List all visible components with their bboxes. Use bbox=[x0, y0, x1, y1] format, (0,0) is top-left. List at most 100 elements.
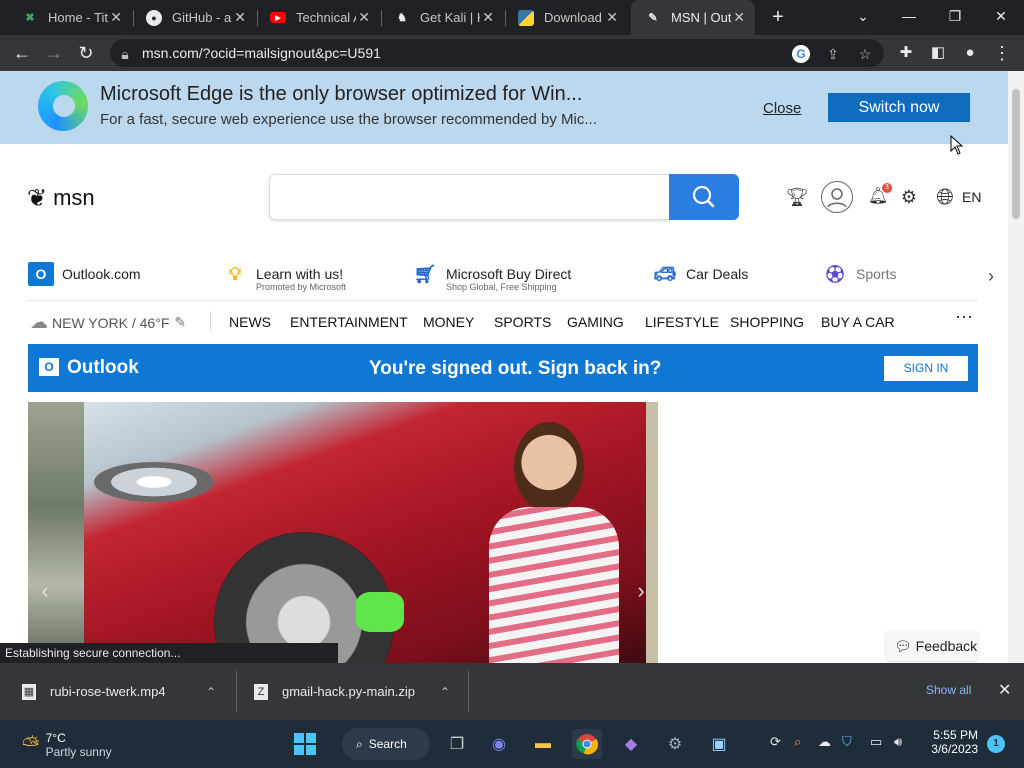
rewards-trophy-icon[interactable]: 🏆︎ bbox=[785, 185, 809, 209]
nav-news[interactable]: NEWS bbox=[229, 314, 271, 330]
sync-icon[interactable]: ⟳ bbox=[770, 734, 781, 750]
nav-buy-a-car[interactable]: BUY A CAR bbox=[821, 314, 895, 330]
quick-link-learn[interactable]: 💡︎ Learn with us! Promoted by Microsoft bbox=[222, 262, 346, 293]
google-lens-icon[interactable]: G bbox=[792, 45, 810, 63]
nav-shopping[interactable]: SHOPPING bbox=[730, 314, 804, 330]
close-tab-icon[interactable]: ✕ bbox=[110, 9, 122, 26]
url-text[interactable]: msn.com/?ocid=mailsignout&pc=U591 bbox=[142, 45, 381, 61]
taskbar-weather-widget[interactable]: ⛅︎ 7°C Partly sunny bbox=[22, 731, 112, 759]
banner-close-link[interactable]: Close bbox=[763, 100, 801, 117]
status-bubble: Establishing secure connection... bbox=[0, 643, 338, 663]
close-tab-icon[interactable]: ✕ bbox=[358, 9, 370, 26]
tab-msn[interactable]: ✎ MSN | Outl ✕ bbox=[631, 0, 755, 35]
quick-link-car-deals[interactable]: 🚙︎ Car Deals bbox=[652, 262, 749, 286]
security-shield-icon[interactable]: ⛉ bbox=[842, 734, 852, 750]
settings-gear-icon[interactable]: ⚙ bbox=[897, 185, 921, 209]
network-tool-icon[interactable]: ▣ bbox=[704, 729, 734, 759]
bookmark-star-icon[interactable]: ☆ bbox=[856, 45, 874, 63]
visual-studio-icon[interactable]: ◆ bbox=[616, 729, 646, 759]
quick-link-sports[interactable]: ⚽︎ Sports bbox=[822, 262, 896, 286]
forward-button[interactable]: → bbox=[40, 39, 68, 67]
share-icon[interactable]: ⇪ bbox=[824, 45, 842, 63]
extensions-icon[interactable]: ✚ bbox=[892, 39, 920, 67]
tab-kali[interactable]: ♞ Get Kali | K ✕ bbox=[380, 0, 504, 35]
hero-carousel[interactable]: ‹ › bbox=[28, 402, 658, 663]
page-scrollbar[interactable] bbox=[1008, 71, 1024, 663]
close-tab-icon[interactable]: ✕ bbox=[733, 9, 745, 26]
feedback-button[interactable]: 💬︎ Feedback bbox=[886, 631, 978, 661]
lock-icon[interactable]: 🔒︎ bbox=[116, 45, 134, 63]
partly-sunny-icon: ⛅︎ bbox=[22, 732, 40, 757]
chevron-up-icon[interactable]: ⌃ bbox=[440, 685, 450, 699]
menu-kebab-icon[interactable]: ⋮ bbox=[988, 39, 1016, 67]
search-input[interactable] bbox=[269, 174, 669, 220]
restore-button[interactable]: ❐ bbox=[932, 0, 978, 35]
quick-link-label: Outlook.com bbox=[62, 266, 141, 282]
more-options-icon[interactable]: ⋯ bbox=[955, 307, 973, 328]
side-panel-icon[interactable]: ◧ bbox=[924, 39, 952, 67]
chrome-taskbar-icon[interactable] bbox=[572, 729, 602, 759]
tab-github[interactable]: ● GitHub - ak ✕ bbox=[132, 0, 256, 35]
carousel-next-icon[interactable]: › bbox=[628, 578, 654, 604]
sign-in-avatar[interactable] bbox=[821, 181, 853, 213]
close-tab-icon[interactable]: ✕ bbox=[234, 9, 246, 26]
nav-sports[interactable]: SPORTS bbox=[494, 314, 551, 330]
settings-app-icon[interactable]: ⚙ bbox=[660, 729, 690, 759]
tab-python[interactable]: Download ✕ bbox=[504, 0, 628, 35]
close-window-button[interactable]: ✕ bbox=[978, 0, 1024, 35]
outlook-signin-bar: O Outlook You're signed out. Sign back i… bbox=[28, 344, 978, 392]
youtube-icon: ▶ bbox=[270, 12, 286, 23]
tab-search-chevron-icon[interactable]: ⌄ bbox=[840, 0, 886, 35]
nav-separator bbox=[210, 311, 211, 331]
nav-money[interactable]: MONEY bbox=[423, 314, 474, 330]
quick-link-buy-direct[interactable]: 🛒︎ Microsoft Buy Direct Shop Global, Fre… bbox=[412, 262, 572, 293]
nav-lifestyle[interactable]: LIFESTYLE bbox=[645, 314, 719, 330]
scrollbar-thumb[interactable] bbox=[1012, 89, 1020, 219]
quick-link-outlook[interactable]: O Outlook.com bbox=[28, 262, 141, 286]
quick-links-next-arrow-icon[interactable]: › bbox=[988, 266, 994, 287]
msn-logo[interactable]: ❦ msn bbox=[27, 183, 95, 213]
hero-image[interactable] bbox=[84, 402, 646, 663]
sign-in-button[interactable]: SIGN IN bbox=[884, 356, 968, 381]
teams-chat-icon[interactable]: ◉ bbox=[484, 729, 514, 759]
edit-pencil-icon[interactable]: ✎ bbox=[174, 314, 186, 331]
signed-out-message: You're signed out. Sign back in? bbox=[369, 358, 662, 379]
user-icon bbox=[827, 188, 847, 208]
language-label[interactable]: EN bbox=[962, 189, 981, 205]
minimize-button[interactable]: — bbox=[886, 0, 932, 35]
nav-entertainment[interactable]: ENTERTAINMENT bbox=[290, 314, 408, 330]
start-button[interactable] bbox=[290, 729, 320, 759]
cloud-tray-icon[interactable]: ☁︎ bbox=[818, 734, 831, 750]
chevron-up-icon[interactable]: ⌃ bbox=[206, 685, 216, 699]
notification-center-badge[interactable]: 1 bbox=[987, 735, 1005, 753]
system-clock[interactable]: 5:55 PM 3/6/2023 bbox=[928, 728, 978, 756]
show-all-downloads-button[interactable]: Show all bbox=[926, 683, 971, 697]
web-page: Microsoft Edge is the only browser optim… bbox=[0, 71, 1008, 663]
tab-home[interactable]: ✖ Home - Tita ✕ bbox=[8, 0, 132, 35]
taskbar-search[interactable]: ⌕ Search bbox=[342, 728, 430, 760]
file-explorer-icon[interactable]: ▬ bbox=[528, 729, 558, 759]
reload-button[interactable]: ↻ bbox=[72, 39, 100, 67]
search-button[interactable] bbox=[669, 174, 739, 220]
download-item[interactable]: Z gmail-hack.py-main.zip ⌃ bbox=[254, 663, 459, 720]
close-icon[interactable]: ✕ bbox=[998, 680, 1011, 700]
notification-badge: 3 bbox=[882, 183, 892, 193]
quick-link-sublabel: Shop Global, Free Shipping bbox=[446, 282, 557, 292]
tab-youtube[interactable]: ▶ Technical A ✕ bbox=[256, 0, 380, 35]
back-button[interactable]: ← bbox=[8, 39, 36, 67]
switch-now-button[interactable]: Switch now bbox=[828, 93, 970, 122]
new-tab-button[interactable]: + bbox=[766, 5, 790, 29]
close-tab-icon[interactable]: ✕ bbox=[606, 9, 618, 26]
network-icon[interactable]: ▭ bbox=[870, 734, 882, 750]
weather-widget[interactable]: ☁︎ NEW YORK / 46°F ✎ bbox=[30, 312, 186, 333]
nav-gaming[interactable]: GAMING bbox=[567, 314, 624, 330]
profile-icon[interactable]: ● bbox=[956, 39, 984, 67]
volume-icon[interactable]: 🔊︎ bbox=[894, 734, 902, 750]
task-view-icon[interactable]: ❐ bbox=[442, 729, 472, 759]
search-app-icon[interactable]: ⌕ bbox=[794, 734, 801, 750]
globe-icon[interactable]: 🌐︎ bbox=[933, 185, 957, 209]
close-tab-icon[interactable]: ✕ bbox=[482, 9, 494, 26]
download-item[interactable]: ▦ rubi-rose-twerk.mp4 ⌃ bbox=[22, 663, 227, 720]
carousel-prev-icon[interactable]: ‹ bbox=[32, 578, 58, 604]
banner-subtitle: For a fast, secure web experience use th… bbox=[100, 111, 597, 128]
